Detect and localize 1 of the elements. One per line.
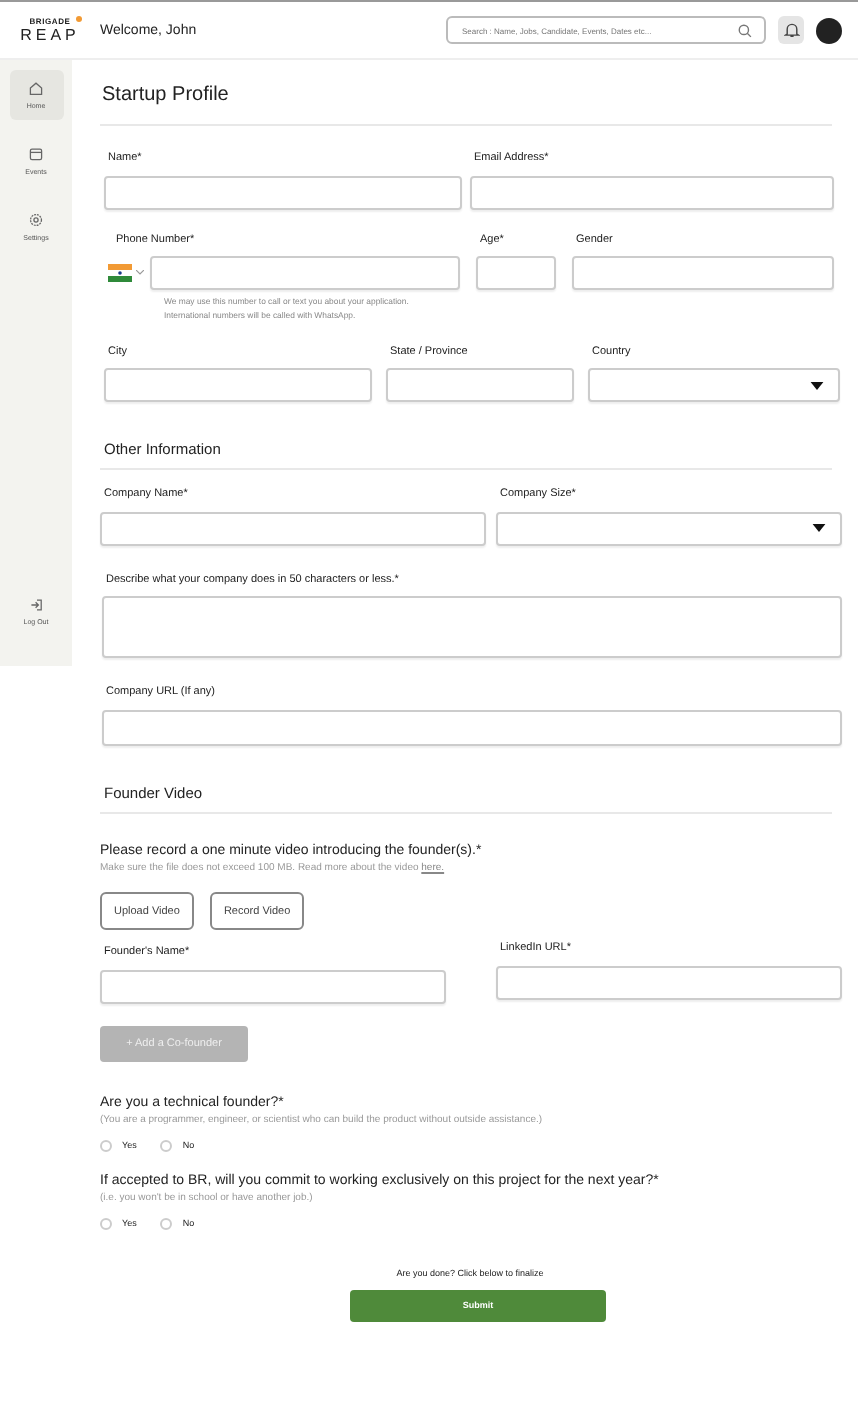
page-title: Startup Profile (102, 84, 231, 106)
